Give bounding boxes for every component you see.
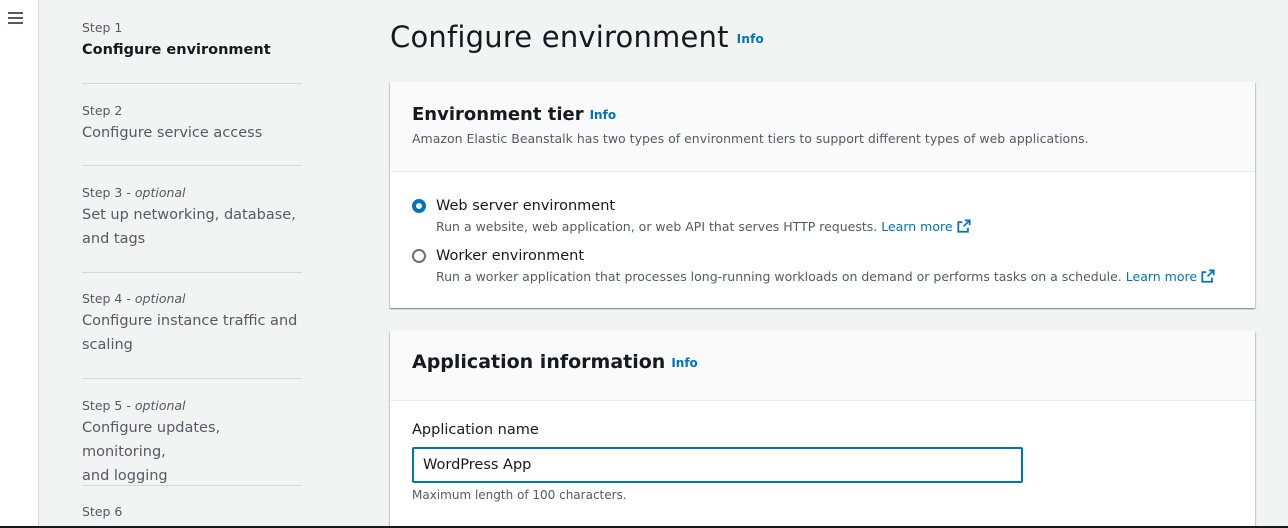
step-number: Step 4 - optional [82, 291, 302, 306]
step-number-text: Step 3 [82, 185, 123, 200]
learn-more-link[interactable]: Learn more [1126, 269, 1197, 284]
step-title-line: scaling [82, 337, 133, 353]
option-label: Worker environment [436, 248, 585, 264]
worker-radio[interactable] [412, 249, 426, 263]
page-title: Configure environment Info [390, 20, 764, 54]
card-header: Application information Info [390, 331, 1255, 401]
option-description: Run a website, web application, or web A… [436, 216, 971, 238]
step-title: Configure instance traffic and scaling [82, 309, 302, 357]
application-name-label: Application name [412, 422, 539, 438]
card-title-text: Application information [412, 351, 666, 373]
step-optional-tag: optional [134, 291, 186, 306]
step-optional-tag: optional [134, 398, 186, 413]
step-optional-separator: - [122, 398, 135, 413]
option-description: Run a worker application that processes … [436, 266, 1215, 288]
step-optional-separator: - [122, 291, 135, 306]
step-title-line: Configure instance traffic and [82, 313, 298, 329]
card-description: Amazon Elastic Beanstalk has two types o… [412, 131, 1089, 146]
side-rail [0, 0, 39, 528]
step-6[interactable]: Step 6 [82, 486, 302, 528]
step-title-line: and tags [82, 231, 146, 247]
step-title: Set up networking, database, and tags [82, 203, 302, 251]
hamburger-menu-icon[interactable] [8, 12, 23, 25]
card-title: Environment tier Info [412, 104, 1233, 125]
step-3[interactable]: Step 3 - optional Set up networking, dat… [82, 166, 302, 273]
web-server-radio[interactable] [412, 199, 426, 213]
step-title-line: and logging [82, 468, 168, 484]
application-name-hint: Maximum length of 100 characters. [412, 488, 627, 502]
step-number: Step 6 [82, 504, 123, 519]
step-optional-tag: optional [134, 185, 186, 200]
application-name-input[interactable] [412, 447, 1023, 483]
application-information-card: Application information Info Application … [390, 331, 1255, 528]
option-description-text: Run a worker application that processes … [436, 269, 1122, 284]
wizard-steps: Step 1 Configure environment Step 2 Conf… [82, 0, 302, 528]
info-link[interactable]: Info [737, 32, 764, 46]
step-4[interactable]: Step 4 - optional Configure instance tra… [82, 273, 302, 379]
info-link[interactable]: Info [590, 108, 616, 122]
step-2[interactable]: Step 2 Configure service access [82, 84, 302, 166]
external-link-icon[interactable] [956, 219, 971, 233]
web-server-option[interactable]: Web server environment Run a website, we… [412, 196, 971, 238]
step-number-text: Step 5 [82, 398, 123, 413]
step-optional-separator: - [122, 185, 135, 200]
step-number: Step 5 - optional [82, 398, 302, 413]
page-title-text: Configure environment [390, 20, 729, 54]
card-header: Environment tier Info Amazon Elastic Bean… [390, 82, 1255, 172]
option-description-text: Run a website, web application, or web A… [436, 219, 878, 234]
step-5[interactable]: Step 5 - optional Configure updates, mon… [82, 379, 302, 486]
info-link[interactable]: Info [671, 356, 697, 370]
worker-option[interactable]: Worker environment Run a worker applicat… [412, 246, 1215, 288]
option-label: Web server environment [436, 198, 616, 214]
external-link-icon[interactable] [1201, 269, 1215, 283]
step-title: Configure service access [82, 125, 263, 141]
card-title-text: Environment tier [412, 104, 584, 125]
step-title: Configure updates, monitoring, and loggi… [82, 416, 302, 488]
card-title: Application information Info [412, 351, 1233, 373]
step-number-text: Step 4 [82, 291, 123, 306]
step-1[interactable]: Step 1 Configure environment [82, 0, 302, 84]
step-title-line: Configure updates, monitoring, [82, 420, 221, 460]
step-title: Configure environment [82, 42, 271, 58]
environment-tier-card: Environment tier Info Amazon Elastic Bean… [390, 82, 1255, 308]
step-number: Step 3 - optional [82, 185, 302, 200]
step-title-line: Set up networking, database, [82, 207, 296, 223]
learn-more-link[interactable]: Learn more [881, 219, 952, 234]
step-number: Step 1 [82, 20, 123, 35]
step-number: Step 2 [82, 103, 123, 118]
